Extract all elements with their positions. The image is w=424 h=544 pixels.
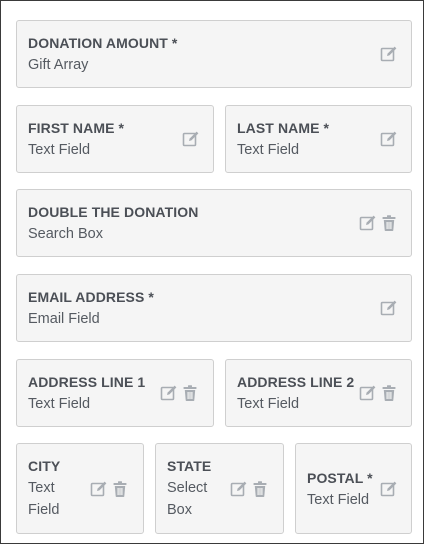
- field-card-postal[interactable]: POSTAL * Text Field: [295, 443, 412, 534]
- field-card-last-name[interactable]: LAST NAME * Text Field: [225, 105, 412, 173]
- field-card-double-the-donation[interactable]: DOUBLE THE DONATION Search Box: [16, 189, 412, 257]
- field-label: ADDRESS LINE 1: [28, 374, 146, 390]
- field-type: Gift Array: [28, 57, 89, 73]
- edit-icon[interactable]: [380, 130, 398, 148]
- field-label: STATE: [167, 458, 212, 474]
- field-type: Text Field: [237, 396, 300, 412]
- field-card-donation-amount[interactable]: DONATION AMOUNT * Gift Array: [16, 20, 412, 88]
- field-label: POSTAL *: [307, 470, 373, 486]
- edit-icon[interactable]: [380, 299, 398, 317]
- field-type: Text Field: [237, 142, 300, 158]
- field-card-first-name[interactable]: FIRST NAME * Text Field: [16, 105, 214, 173]
- field-card-state[interactable]: STATE Select Box: [155, 443, 284, 534]
- field-card-email-address[interactable]: EMAIL ADDRESS * Email Field: [16, 274, 412, 342]
- field-card-address-line-2[interactable]: ADDRESS LINE 2 Text Field: [225, 359, 412, 427]
- field-type: Select Box: [167, 480, 208, 518]
- trash-icon[interactable]: [111, 480, 129, 498]
- field-card-address-line-1[interactable]: ADDRESS LINE 1 Text Field: [16, 359, 214, 427]
- field-type: Search Box: [28, 226, 103, 242]
- field-type: Text Field: [307, 492, 370, 508]
- field-label: DONATION AMOUNT *: [28, 35, 178, 51]
- form-builder-panel: DONATION AMOUNT * Gift Array FIRST NAME …: [0, 0, 424, 544]
- trash-icon[interactable]: [181, 384, 199, 402]
- edit-icon[interactable]: [90, 480, 108, 498]
- field-label: LAST NAME *: [237, 120, 330, 136]
- edit-icon[interactable]: [380, 480, 398, 498]
- field-type: Text Field: [28, 142, 91, 158]
- edit-icon[interactable]: [182, 130, 200, 148]
- field-label: FIRST NAME *: [28, 120, 125, 136]
- edit-icon[interactable]: [359, 214, 377, 232]
- field-label: ADDRESS LINE 2: [237, 374, 355, 390]
- field-card-city[interactable]: CITY Text Field: [16, 443, 144, 534]
- edit-icon[interactable]: [160, 384, 178, 402]
- field-label: EMAIL ADDRESS *: [28, 289, 154, 305]
- field-type: Email Field: [28, 311, 100, 327]
- trash-icon[interactable]: [380, 384, 398, 402]
- edit-icon[interactable]: [230, 480, 248, 498]
- field-label: CITY: [28, 458, 61, 474]
- field-type: Text Field: [28, 396, 91, 412]
- trash-icon[interactable]: [251, 480, 269, 498]
- trash-icon[interactable]: [380, 214, 398, 232]
- edit-icon[interactable]: [359, 384, 377, 402]
- field-label: DOUBLE THE DONATION: [28, 204, 199, 220]
- field-type: Text Field: [28, 480, 60, 518]
- edit-icon[interactable]: [380, 45, 398, 63]
